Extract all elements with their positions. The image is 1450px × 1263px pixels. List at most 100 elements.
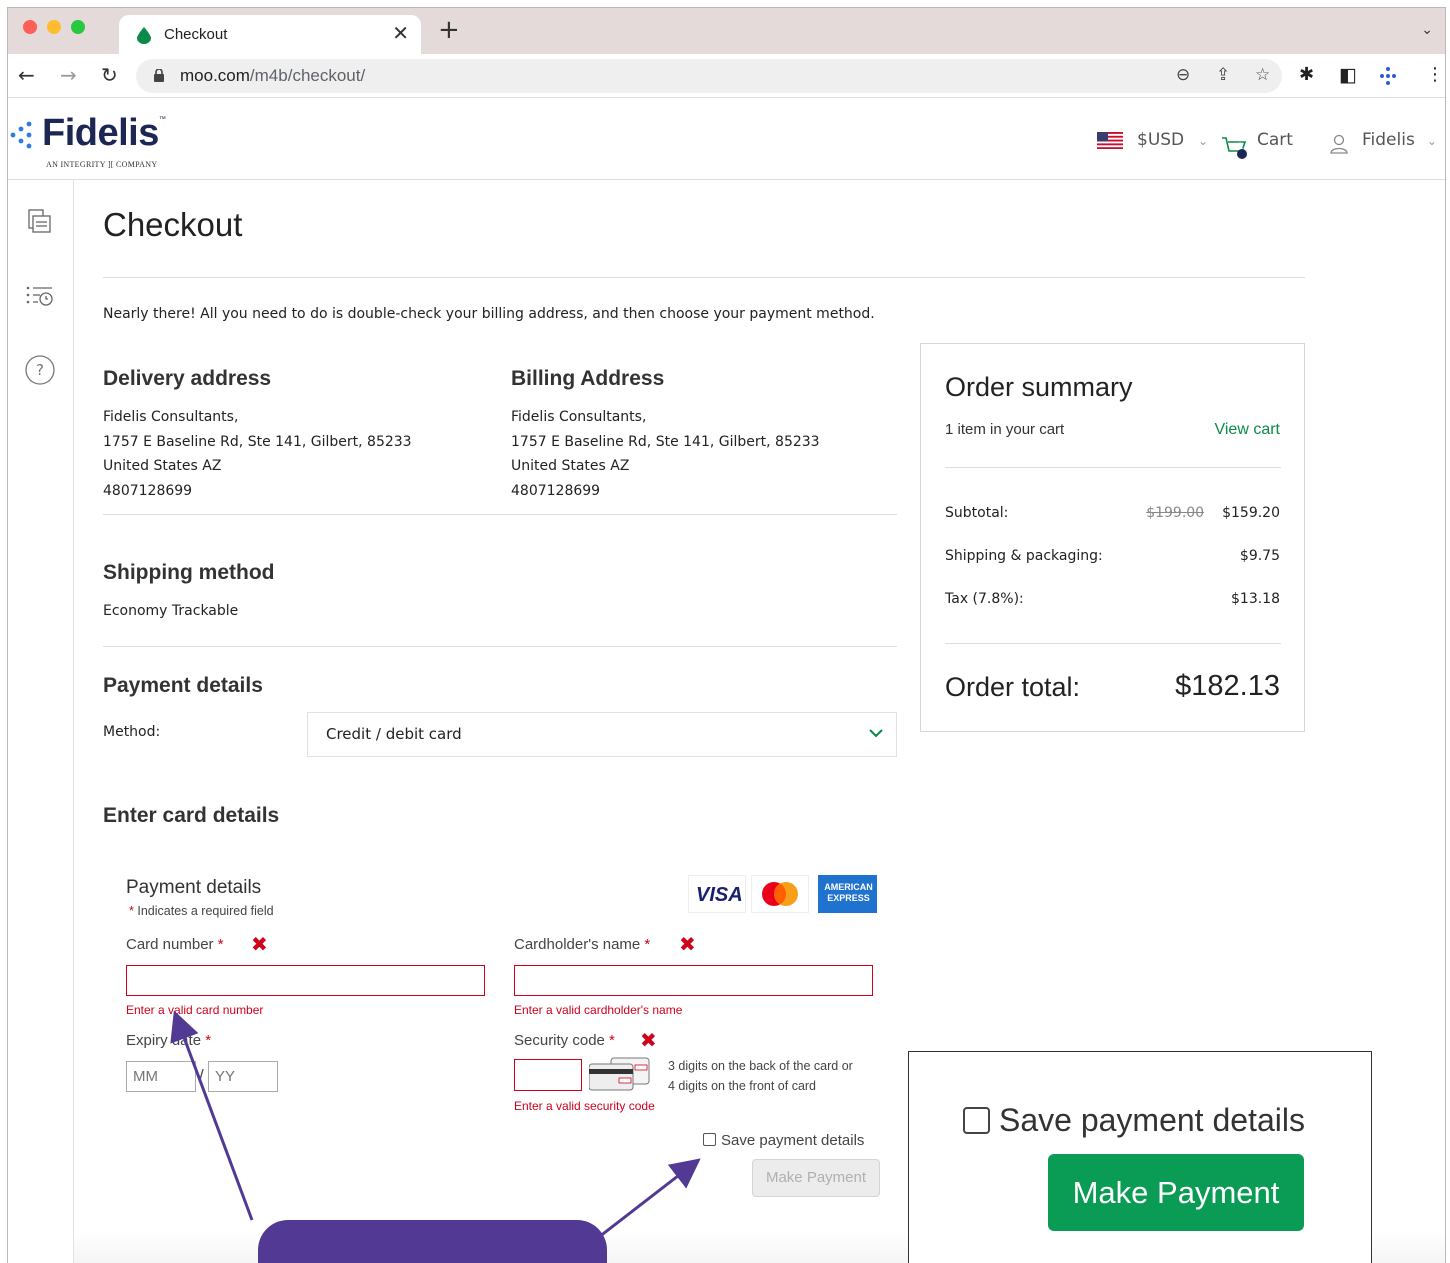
intro-text: Nearly there! All you need to do is doub… [103, 306, 875, 322]
new-tab-button[interactable]: + [438, 17, 460, 43]
subtotal-original: $199.00 [1146, 505, 1205, 521]
card-details-heading: Enter card details [103, 804, 280, 827]
billing-line: Fidelis Consultants, [511, 409, 647, 425]
security-code-label: Security code * [514, 1032, 615, 1049]
extension-dots-icon[interactable] [1378, 67, 1398, 85]
payment-method-value: Credit / debit card [326, 725, 462, 743]
order-total-value: $182.13 [1175, 670, 1280, 702]
delivery-heading: Delivery address [103, 367, 272, 390]
expiry-year-input[interactable] [208, 1061, 278, 1092]
make-payment-button[interactable]: Make Payment [752, 1159, 880, 1197]
shipping-cost-value: $9.75 [1239, 548, 1280, 564]
chevron-down-icon: ⌄ [1198, 134, 1209, 148]
address-bar[interactable]: moo.com/m4b/checkout/ ⊖ ⇪ ☆ [136, 59, 1282, 93]
required-asterisk: * [640, 936, 651, 953]
zoomed-save-checkbox[interactable]: Save payment details [963, 1102, 1305, 1139]
divider [103, 277, 1305, 278]
billing-line: United States AZ [511, 458, 630, 475]
user-label: Fidelis [1362, 130, 1415, 150]
tax-label: Tax (7.8%): [945, 591, 1024, 607]
history-list-icon[interactable] [24, 281, 56, 313]
tab-title: Checkout [164, 26, 228, 43]
forward-icon[interactable]: → [60, 63, 77, 87]
security-code-error: Enter a valid security code [514, 1099, 655, 1113]
logo-subtitle: AN INTEGRITY ][ COMPANY [46, 160, 158, 169]
order-summary: Order summary 1 item in your cart View c… [920, 343, 1305, 732]
back-icon[interactable]: ← [18, 63, 35, 87]
security-code-input[interactable] [514, 1059, 582, 1091]
share-icon[interactable]: ⇪ [1216, 65, 1230, 85]
logo-text: Fidelis [42, 112, 159, 154]
tab-search-icon[interactable]: ⌄ [1421, 22, 1433, 38]
mastercard-logo [751, 875, 809, 913]
zoomed-checkbox-box[interactable] [963, 1107, 990, 1134]
delivery-address: Fidelis Consultants, 1757 E Baseline Rd,… [103, 405, 412, 504]
checkout-content: Checkout Nearly there! All you need to d… [74, 180, 1445, 1263]
extensions-icon[interactable]: ✱ [1299, 65, 1314, 85]
orders-icon[interactable] [24, 206, 56, 238]
save-payment-label: Save payment details [721, 1132, 865, 1149]
lock-icon [154, 69, 164, 82]
droplet-icon [137, 27, 151, 44]
maximize-window-button[interactable] [71, 20, 85, 34]
cart-link[interactable]: Cart [1257, 130, 1293, 150]
payment-method-select[interactable]: Credit / debit card [307, 712, 897, 757]
visa-text: VISA [696, 884, 743, 906]
error-x-icon: ✖ [640, 1028, 657, 1052]
security-hint-line: 3 digits on the back of the card or [668, 1059, 853, 1073]
divider [945, 467, 1281, 468]
help-icon[interactable]: ? [24, 354, 56, 386]
reload-icon[interactable]: ↻ [101, 63, 118, 87]
minimize-window-button[interactable] [47, 20, 61, 34]
required-note: * Indicates a required field [129, 904, 274, 918]
checkbox-box[interactable] [703, 1133, 716, 1146]
browser-window: Checkout ✕ + ⌄ ← → ↻ moo.com/m4b/checkou… [7, 7, 1446, 1263]
chevron-down-icon [869, 729, 883, 738]
expiry-label: Expiry date * [126, 1032, 211, 1049]
logo-tm: ™ [158, 116, 166, 123]
tax-value: $13.18 [1231, 591, 1280, 607]
amex-logo: AMERICAN EXPRESS [818, 875, 877, 913]
zoomed-save-label: Save payment details [999, 1102, 1305, 1138]
currency-label: $USD [1137, 130, 1185, 150]
subtotal-value: $199.00 $159.20 [1146, 505, 1280, 521]
cvv-card-icon [589, 1057, 650, 1091]
order-total-label: Order total: [945, 672, 1081, 702]
expiry-label-text: Expiry date [126, 1032, 202, 1049]
save-payment-checkbox[interactable]: Save payment details [703, 1132, 864, 1149]
url-text: moo.com/m4b/checkout/ [180, 66, 365, 86]
sidepanel-icon[interactable]: ◧ [1339, 65, 1357, 85]
card-number-input[interactable] [126, 965, 485, 996]
divider [945, 643, 1281, 644]
expiry-separator: / [199, 1066, 204, 1085]
cart-icon[interactable] [1221, 136, 1249, 160]
close-window-button[interactable] [23, 20, 37, 34]
zoom-icon[interactable]: ⊖ [1176, 65, 1190, 85]
delivery-line: United States AZ [103, 458, 222, 475]
logo-dots-icon [10, 121, 32, 149]
us-flag-icon [1097, 132, 1123, 149]
required-asterisk: * [604, 1032, 615, 1049]
bookmark-star-icon[interactable]: ☆ [1255, 65, 1270, 85]
cardholder-error: Enter a valid cardholder's name [514, 1003, 683, 1017]
divider [103, 646, 897, 647]
menu-icon[interactable]: ⋮ [1426, 65, 1444, 85]
view-cart-link[interactable]: View cart [1214, 421, 1280, 439]
cardholder-name-input[interactable] [514, 965, 873, 996]
account-menu[interactable]: Fidelis ⌄ [1362, 130, 1437, 150]
required-note-text: Indicates a required field [137, 904, 274, 918]
browser-toolbar: ← → ↻ moo.com/m4b/checkout/ ⊖ ⇪ ☆ ✱ ◧ ⋮ [8, 54, 1445, 98]
expiry-month-input[interactable] [126, 1061, 196, 1092]
subtotal-label: Subtotal: [945, 505, 1009, 521]
security-hint-line: 4 digits on the front of card [668, 1079, 817, 1093]
url-host: moo.com [180, 66, 250, 85]
divider [103, 514, 897, 515]
zoomed-make-payment-button[interactable]: Make Payment [1048, 1154, 1304, 1231]
subtotal-discounted: $159.20 [1222, 505, 1280, 521]
annotation-box [258, 1220, 607, 1263]
tab-close-icon[interactable]: ✕ [392, 23, 409, 43]
form-subheading: Payment details [126, 877, 262, 898]
visa-logo: VISA [688, 875, 746, 913]
currency-selector[interactable]: $USD ⌄ [1137, 130, 1208, 150]
tab-checkout[interactable]: Checkout ✕ [119, 15, 421, 55]
